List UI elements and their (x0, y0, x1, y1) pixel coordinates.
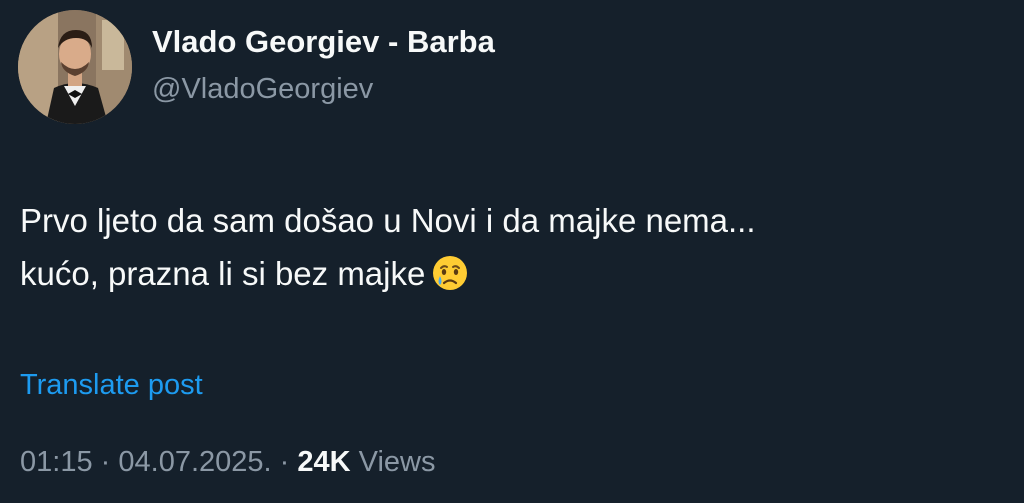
meta-separator: · (279, 446, 290, 478)
meta-separator: · (100, 446, 111, 478)
profile-photo-image (18, 10, 132, 124)
crying-face-icon (431, 254, 469, 307)
tweet-line: Prvo ljeto da sam došao u Novi i da majk… (20, 202, 756, 239)
post-time[interactable]: 01:15 (20, 446, 93, 478)
translate-post-link[interactable]: Translate post (20, 369, 203, 402)
author-handle[interactable]: @VladoGeorgiev (152, 73, 373, 106)
tweet-line: kućo, prazna li si bez majke (20, 247, 756, 307)
author-display-name[interactable]: Vlado Georgiev - Barba (152, 24, 495, 60)
avatar[interactable] (18, 10, 132, 124)
views-count: 24K (297, 446, 351, 478)
tweet-text: Prvo ljeto da sam došao u Novi i da majk… (20, 194, 756, 307)
tweet-meta: 01:15 · 04.07.2025. · 24K Views (20, 446, 435, 479)
tweet-line-text: kućo, prazna li si bez majke (20, 255, 426, 292)
views-label: Views (358, 446, 436, 478)
post-date[interactable]: 04.07.2025. (118, 446, 271, 478)
